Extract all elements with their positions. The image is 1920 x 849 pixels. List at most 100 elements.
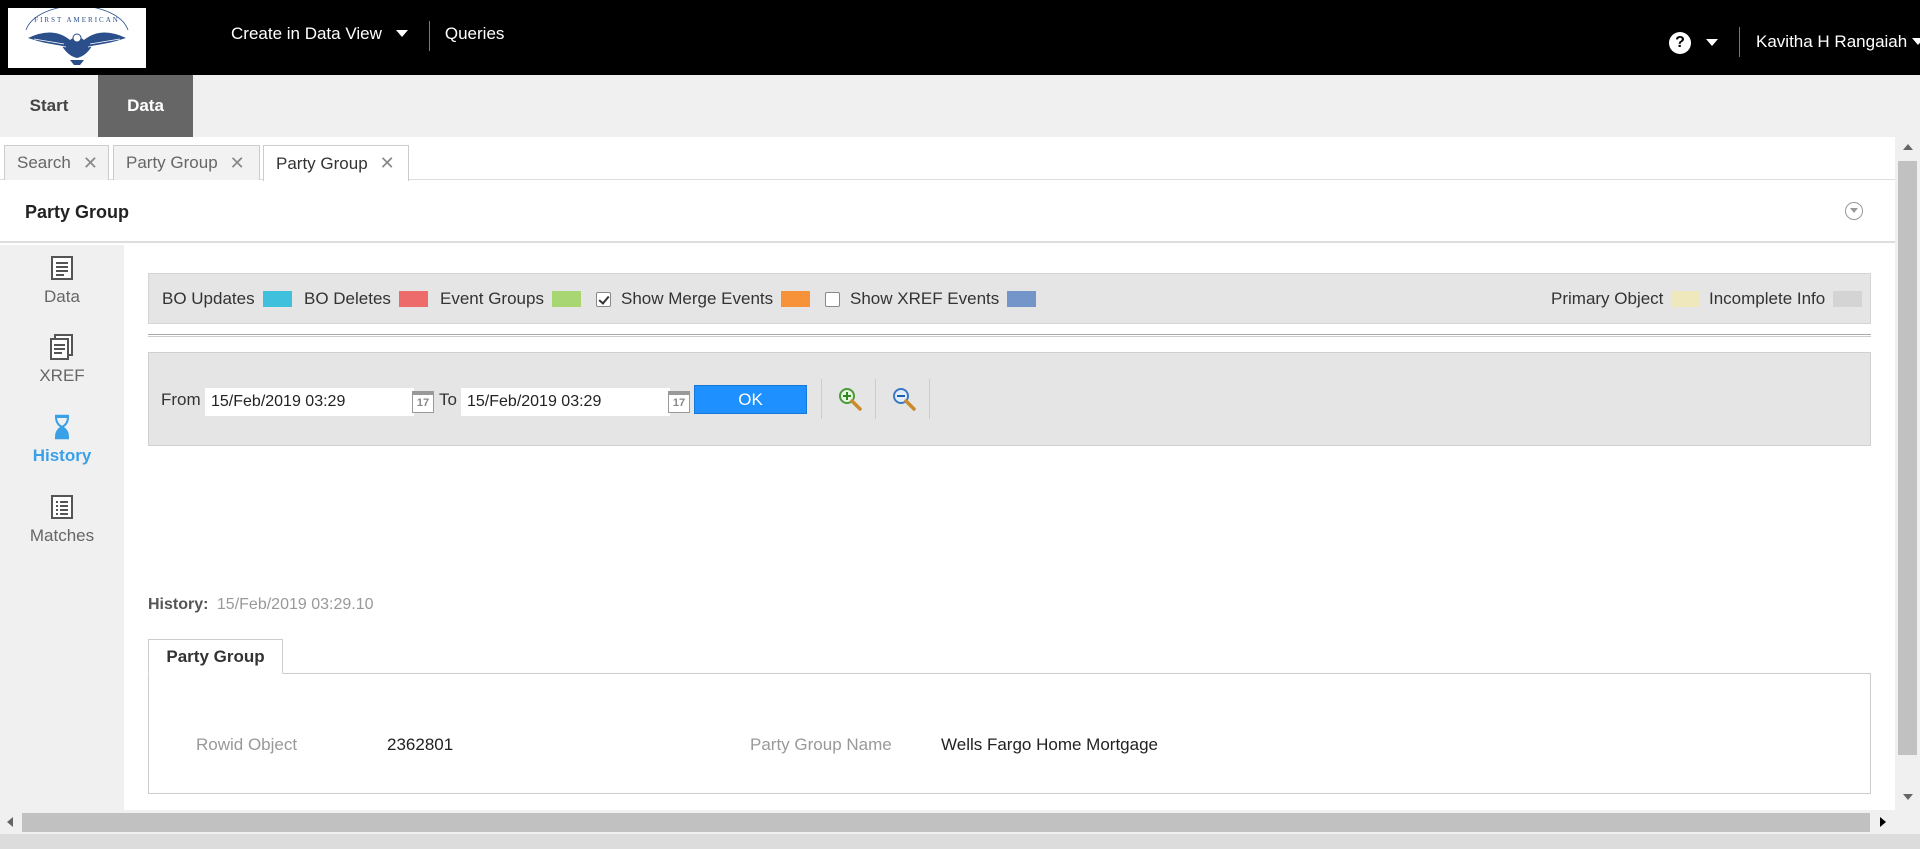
scroll-up-icon[interactable] — [1903, 144, 1913, 150]
party-group-details: Rowid Object 2362801 Party Group Name We… — [148, 673, 1871, 794]
nav-divider — [428, 20, 430, 51]
legend-bo-deletes: BO Deletes — [304, 289, 428, 309]
vertical-scrollbar[interactable] — [1895, 137, 1920, 810]
to-label: To — [439, 390, 457, 409]
document-tabs: Search ✕ Party Group ✕ Party Group ✕ — [0, 137, 1895, 181]
help-chevron-down-icon[interactable] — [1706, 39, 1718, 46]
stacked-document-icon — [50, 334, 73, 360]
primary-object-swatch — [1671, 291, 1701, 307]
top-bar: FIRST AMERICAN Create in Data View Queri… — [0, 0, 1920, 75]
left-nav-matches[interactable]: Matches — [0, 494, 124, 546]
show-merge-events-checkbox[interactable] — [596, 291, 611, 307]
incomplete-info-swatch — [1833, 291, 1863, 307]
scroll-left-icon[interactable] — [7, 817, 13, 827]
legend-bo-updates: BO Updates — [162, 289, 292, 309]
legend-label: Incomplete Info — [1709, 289, 1826, 308]
list-icon — [51, 495, 73, 519]
party-group-name-label: Party Group Name — [750, 735, 892, 754]
create-in-data-view-menu[interactable]: Create in Data View — [231, 24, 408, 44]
history-label: History: — [148, 596, 209, 613]
merge-events-swatch — [781, 291, 811, 307]
help-icon[interactable]: ? — [1669, 32, 1691, 54]
left-nav-xref[interactable]: XREF — [0, 334, 124, 386]
legend-primary-object: Primary Object — [1551, 289, 1701, 309]
left-nav-label: History — [32, 446, 92, 465]
hourglass-icon — [54, 414, 70, 440]
queries-link[interactable]: Queries — [445, 24, 505, 44]
left-nav-label: Matches — [29, 526, 95, 545]
party-group-name-value: Wells Fargo Home Mortgage — [941, 735, 1158, 754]
show-xref-events-toggle[interactable]: Show XREF Events — [825, 289, 1037, 309]
legend-label: BO Deletes — [304, 289, 391, 308]
show-xref-events-checkbox[interactable] — [825, 291, 840, 307]
legend-label: Event Groups — [440, 289, 544, 308]
close-icon[interactable]: ✕ — [230, 153, 245, 174]
rowid-object-label: Rowid Object — [196, 735, 298, 754]
horizontal-scrollbar[interactable] — [0, 810, 1895, 834]
user-divider — [1739, 27, 1740, 57]
from-label: From — [161, 390, 201, 409]
collapse-icon[interactable] — [1845, 202, 1863, 220]
create-in-data-view-label: Create in Data View — [231, 23, 382, 43]
doc-tab-party-group-2[interactable]: Party Group ✕ — [263, 145, 409, 181]
doc-tab-search[interactable]: Search ✕ — [4, 145, 109, 180]
xref-events-swatch — [1007, 291, 1037, 307]
left-nav-data[interactable]: Data — [0, 255, 124, 307]
divider — [148, 334, 1871, 337]
event-legend: BO Updates BO Deletes Event Groups Show … — [148, 273, 1871, 324]
legend-incomplete-info: Incomplete Info — [1709, 289, 1863, 309]
doc-tab-party-group-1[interactable]: Party Group ✕ — [113, 145, 260, 180]
history-timestamp: History: 15/Feb/2019 03:29.10 — [148, 596, 373, 614]
left-nav-history[interactable]: History — [0, 414, 124, 466]
left-nav-label: Data — [44, 287, 80, 306]
to-calendar-icon[interactable]: 17 — [668, 391, 690, 413]
page-header: Party Group — [0, 180, 1895, 243]
scroll-right-icon[interactable] — [1880, 817, 1886, 827]
scroll-down-icon[interactable] — [1903, 794, 1913, 800]
top-nav: Create in Data View Queries — [231, 0, 504, 75]
zoom-in-icon[interactable] — [837, 386, 863, 412]
tab-start[interactable]: Start — [0, 75, 98, 137]
user-chevron-down-icon[interactable] — [1912, 38, 1920, 45]
legend-event-groups: Event Groups — [440, 289, 581, 309]
toolbar-divider — [821, 379, 822, 419]
main-tabs: Start Data — [0, 75, 1920, 137]
close-icon[interactable]: ✕ — [83, 153, 98, 174]
toolbar-divider — [929, 379, 930, 419]
rowid-object-value: 2362801 — [387, 735, 454, 754]
legend-label: Show Merge Events — [621, 289, 774, 308]
company-logo[interactable]: FIRST AMERICAN — [8, 8, 146, 68]
doc-tab-label: Party Group — [276, 153, 368, 173]
left-nav: Data XREF History Matches — [0, 245, 124, 810]
content-area: Search ✕ Party Group ✕ Party Group ✕ Par… — [0, 137, 1895, 810]
vertical-scroll-thumb[interactable] — [1898, 161, 1917, 755]
svg-text:FIRST AMERICAN: FIRST AMERICAN — [34, 16, 120, 24]
eagle-logo-icon: FIRST AMERICAN — [25, 8, 129, 65]
show-merge-events-toggle[interactable]: Show Merge Events — [596, 289, 811, 309]
toolbar-divider — [875, 379, 876, 419]
tab-data[interactable]: Data — [98, 75, 193, 137]
to-date-input[interactable] — [460, 387, 671, 417]
left-nav-label: XREF — [39, 366, 85, 385]
user-menu[interactable]: Kavitha H Rangaiah — [1756, 32, 1907, 52]
legend-label: BO Updates — [162, 289, 255, 308]
history-value: 15/Feb/2019 03:29.10 — [216, 596, 374, 613]
tab-party-group-detail[interactable]: Party Group — [148, 639, 283, 674]
status-strip — [0, 834, 1920, 849]
chevron-down-icon — [395, 30, 408, 37]
ok-button[interactable]: OK — [694, 385, 807, 414]
doc-tab-label: Party Group — [126, 153, 218, 172]
horizontal-scroll-thumb[interactable] — [22, 813, 1870, 832]
event-groups-swatch — [551, 291, 581, 307]
legend-label: Primary Object — [1551, 289, 1664, 308]
bo-updates-swatch — [262, 291, 292, 307]
bo-deletes-swatch — [398, 291, 428, 307]
date-range-panel: From 17 To 17 OK — [148, 352, 1871, 446]
zoom-out-icon[interactable] — [891, 386, 917, 412]
page-title: Party Group — [25, 202, 130, 222]
from-date-input[interactable] — [204, 387, 415, 417]
doc-tab-label: Search — [17, 153, 71, 172]
document-icon — [51, 256, 73, 280]
close-icon[interactable]: ✕ — [380, 153, 395, 174]
from-calendar-icon[interactable]: 17 — [412, 391, 434, 413]
